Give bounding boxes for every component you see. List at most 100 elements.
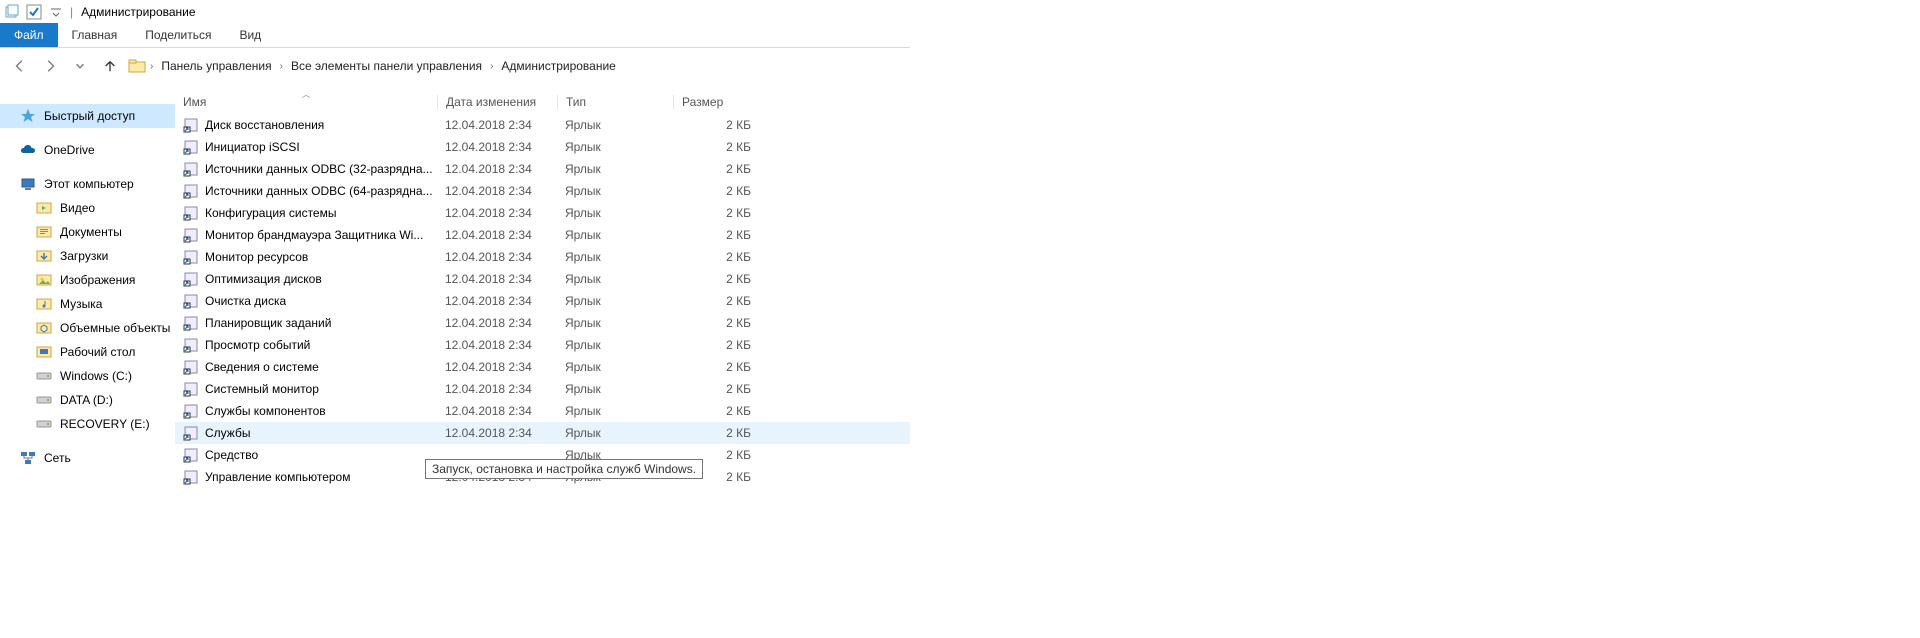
sidebar-item-network[interactable]: Сеть: [0, 446, 175, 470]
file-name: Конфигурация системы: [205, 206, 336, 220]
sidebar-item-pc-child[interactable]: Музыка: [0, 292, 175, 316]
sidebar-item-pc-child[interactable]: Windows (C:): [0, 364, 175, 388]
shortcut-icon: [183, 161, 199, 177]
file-type: Ярлык: [557, 338, 673, 352]
chevron-right-icon[interactable]: ›: [150, 61, 153, 72]
file-row[interactable]: Источники данных ODBC (32-разрядна...12.…: [175, 158, 910, 180]
sidebar-item-pc-child[interactable]: Видео: [0, 196, 175, 220]
breadcrumb-item[interactable]: Панель управления: [157, 57, 275, 75]
file-row[interactable]: Службы компонентов12.04.2018 2:34Ярлык2 …: [175, 400, 910, 422]
ribbon-tab-share[interactable]: Поделиться: [131, 23, 225, 47]
sidebar-item-label: Видео: [60, 201, 95, 215]
shortcut-icon: [183, 249, 199, 265]
sidebar-item-label: Музыка: [60, 297, 102, 311]
file-type: Ярлык: [557, 162, 673, 176]
navigation-bar: › Панель управления › Все элементы панел…: [0, 48, 910, 84]
file-type: Ярлык: [557, 118, 673, 132]
file-type: Ярлык: [557, 272, 673, 286]
shortcut-icon: [183, 271, 199, 287]
nav-back-button[interactable]: [8, 54, 32, 78]
file-name-cell: Просмотр событий: [175, 337, 437, 353]
file-date: 12.04.2018 2:34: [437, 250, 557, 264]
cloud-icon: [20, 142, 36, 158]
file-date: 12.04.2018 2:34: [437, 184, 557, 198]
file-type: Ярлык: [557, 184, 673, 198]
sidebar-item-pc-child[interactable]: Изображения: [0, 268, 175, 292]
file-row[interactable]: Очистка диска12.04.2018 2:34Ярлык2 КБ: [175, 290, 910, 312]
column-header-size[interactable]: Размер: [673, 95, 763, 109]
file-row[interactable]: Просмотр событий12.04.2018 2:34Ярлык2 КБ: [175, 334, 910, 356]
sidebar-item-pc-child[interactable]: RECOVERY (E:): [0, 412, 175, 436]
sidebar-item-pc-child[interactable]: Документы: [0, 220, 175, 244]
file-date: 12.04.2018 2:34: [437, 316, 557, 330]
file-date: 12.04.2018 2:34: [437, 294, 557, 308]
file-row[interactable]: Инициатор iSCSI12.04.2018 2:34Ярлык2 КБ: [175, 136, 910, 158]
file-row[interactable]: Системный монитор12.04.2018 2:34Ярлык2 К…: [175, 378, 910, 400]
sidebar-item-label: RECOVERY (E:): [60, 417, 150, 431]
chevron-right-icon[interactable]: ›: [490, 61, 493, 72]
music-icon: [36, 296, 52, 312]
sidebar-item-pc-child[interactable]: Объемные объекты: [0, 316, 175, 340]
breadcrumb-item[interactable]: Администрирование: [497, 57, 619, 75]
nav-recent-dropdown[interactable]: [68, 54, 92, 78]
sidebar-item-label: Сеть: [44, 451, 71, 465]
file-date: 12.04.2018 2:34: [437, 426, 557, 440]
ribbon-tab-view[interactable]: Вид: [225, 23, 275, 47]
breadcrumb-item[interactable]: Все элементы панели управления: [287, 57, 486, 75]
sidebar-item-label: Загрузки: [60, 249, 108, 263]
file-row[interactable]: Конфигурация системы12.04.2018 2:34Ярлык…: [175, 202, 910, 224]
column-headers: ︿ Имя Дата изменения Тип Размер: [175, 84, 910, 114]
file-name-cell: Управление компьютером: [175, 469, 437, 485]
chevron-right-icon[interactable]: ›: [280, 61, 283, 72]
column-header-date[interactable]: Дата изменения: [437, 95, 557, 109]
file-row[interactable]: Сведения о системе12.04.2018 2:34Ярлык2 …: [175, 356, 910, 378]
ribbon-tab-home[interactable]: Главная: [58, 23, 132, 47]
sidebar-item-pc-child[interactable]: Рабочий стол: [0, 340, 175, 364]
qat-dropdown-icon[interactable]: [48, 4, 64, 20]
shortcut-icon: [183, 227, 199, 243]
file-size: 2 КБ: [673, 404, 763, 418]
file-name: Средство: [205, 448, 258, 462]
file-row[interactable]: Планировщик заданий12.04.2018 2:34Ярлык2…: [175, 312, 910, 334]
file-name: Монитор ресурсов: [205, 250, 308, 264]
sidebar-item-pc-child[interactable]: DATA (D:): [0, 388, 175, 412]
checkbox-icon[interactable]: [26, 4, 42, 20]
file-size: 2 КБ: [673, 228, 763, 242]
file-row[interactable]: Службы12.04.2018 2:34Ярлык2 КБ: [175, 422, 910, 444]
file-row[interactable]: Диск восстановления12.04.2018 2:34Ярлык2…: [175, 114, 910, 136]
file-row[interactable]: Источники данных ODBC (64-разрядна...12.…: [175, 180, 910, 202]
file-date: 12.04.2018 2:34: [437, 140, 557, 154]
file-type: Ярлык: [557, 404, 673, 418]
file-name: Оптимизация дисков: [205, 272, 322, 286]
column-header-name[interactable]: ︿ Имя: [175, 95, 437, 109]
column-header-label: Дата изменения: [446, 95, 536, 109]
file-name-cell: Сведения о системе: [175, 359, 437, 375]
sidebar-item-onedrive[interactable]: OneDrive: [0, 138, 175, 162]
file-name: Очистка диска: [205, 294, 286, 308]
file-row[interactable]: Монитор ресурсов12.04.2018 2:34Ярлык2 КБ: [175, 246, 910, 268]
pictures-icon: [36, 272, 52, 288]
shortcut-icon: [183, 293, 199, 309]
nav-forward-button[interactable]: [38, 54, 62, 78]
sidebar-item-this-pc[interactable]: Этот компьютер: [0, 172, 175, 196]
address-bar[interactable]: › Панель управления › Все элементы панел…: [128, 57, 620, 75]
ribbon-tab-file[interactable]: Файл: [0, 23, 58, 47]
file-row[interactable]: Монитор брандмауэра Защитника Wi...12.04…: [175, 224, 910, 246]
sidebar-item-label: Этот компьютер: [44, 177, 134, 191]
file-type: Ярлык: [557, 206, 673, 220]
nav-up-button[interactable]: [98, 54, 122, 78]
sidebar-item-quick-access[interactable]: Быстрый доступ: [0, 104, 175, 128]
column-header-type[interactable]: Тип: [557, 95, 673, 109]
file-date: 12.04.2018 2:34: [437, 228, 557, 242]
title-bar: | Администрирование: [0, 0, 910, 23]
properties-icon[interactable]: [4, 4, 20, 20]
file-name: Просмотр событий: [205, 338, 310, 352]
sidebar-item-pc-child[interactable]: Загрузки: [0, 244, 175, 268]
explorer-body: Быстрый доступ OneDrive Этот компьютер: [0, 84, 910, 638]
file-date: 12.04.2018 2:34: [437, 272, 557, 286]
sidebar-item-label: Быстрый доступ: [44, 109, 135, 123]
file-name: Службы компонентов: [205, 404, 326, 418]
shortcut-icon: [183, 425, 199, 441]
file-name-cell: Конфигурация системы: [175, 205, 437, 221]
file-row[interactable]: Оптимизация дисков12.04.2018 2:34Ярлык2 …: [175, 268, 910, 290]
